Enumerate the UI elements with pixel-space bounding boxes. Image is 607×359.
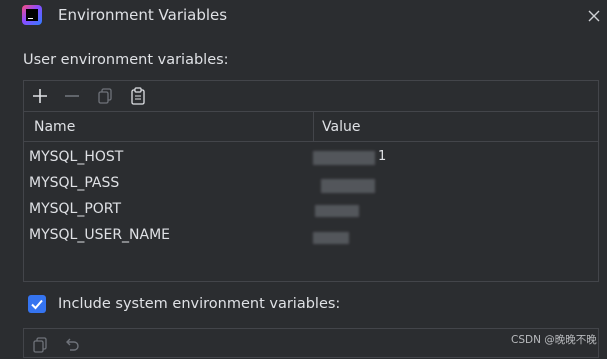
user-env-panel: Name Value MYSQL_HOST 1 MYSQL_PASS MYSQL… (23, 80, 599, 282)
env-value-cell (313, 227, 403, 245)
copy-icon[interactable] (30, 335, 50, 355)
table-row[interactable]: MYSQL_USER_NAME (24, 223, 598, 249)
include-system-env-checkbox[interactable] (28, 295, 46, 313)
env-name-cell: MYSQL_PASS (29, 175, 120, 191)
env-value-cell: 1 (313, 149, 403, 167)
column-header-name[interactable]: Name (34, 119, 75, 135)
window-title: Environment Variables (58, 6, 228, 24)
plus-icon[interactable] (30, 86, 50, 106)
table-row[interactable]: MYSQL_PORT (24, 197, 598, 223)
title-bar: Environment Variables (0, 0, 607, 34)
minus-icon[interactable] (62, 86, 82, 106)
env-table: Name Value MYSQL_HOST 1 MYSQL_PASS MYSQL… (24, 111, 598, 281)
copy-icon[interactable] (95, 86, 115, 106)
watermark-text: CSDN @晚晚不晚 (511, 334, 597, 346)
env-name-cell: MYSQL_HOST (29, 149, 124, 165)
table-row[interactable]: MYSQL_HOST 1 (24, 145, 598, 171)
env-name-cell: MYSQL_USER_NAME (29, 227, 171, 243)
user-env-toolbar (24, 81, 598, 111)
close-icon[interactable] (586, 8, 602, 24)
table-header: Name Value (24, 112, 598, 142)
table-row[interactable]: MYSQL_PASS (24, 171, 598, 197)
user-env-label: User environment variables: (23, 52, 229, 68)
jetbrains-app-icon (22, 5, 42, 25)
env-value-cell (313, 175, 403, 193)
column-header-value[interactable]: Value (322, 119, 360, 135)
paste-icon[interactable] (128, 86, 148, 106)
env-value-cell (313, 201, 403, 219)
env-name-cell: MYSQL_PORT (29, 201, 122, 217)
env-value-fragment: 1 (378, 149, 387, 164)
include-system-env-label[interactable]: Include system environment variables: (58, 296, 340, 312)
undo-icon[interactable] (62, 335, 82, 355)
column-divider[interactable] (313, 112, 314, 142)
include-system-env-row: Include system environment variables: (28, 294, 388, 316)
